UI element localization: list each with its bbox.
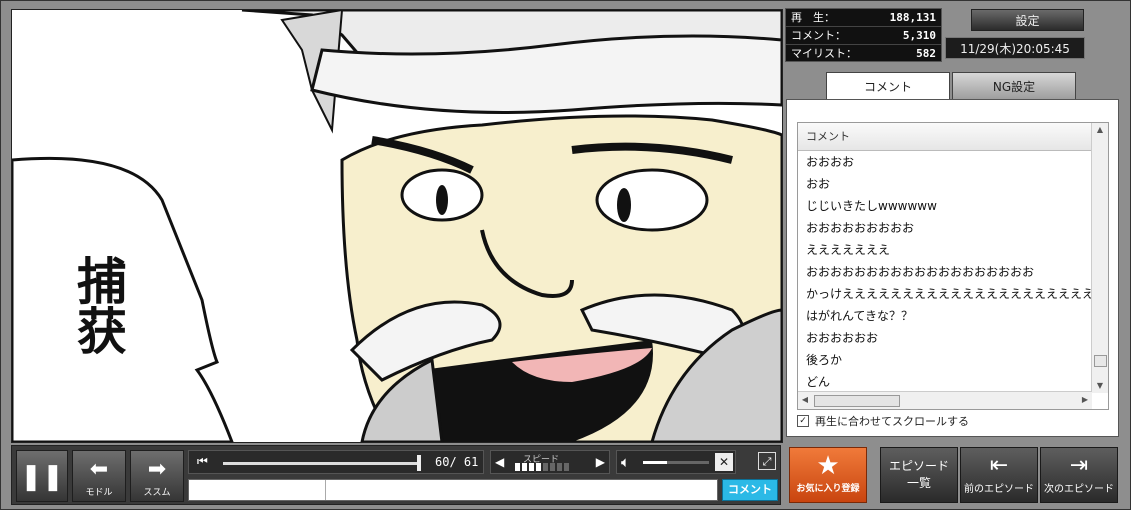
star-icon: ★ <box>816 451 840 481</box>
comment-submit-button[interactable]: コメント <box>722 479 778 501</box>
speed-up-icon[interactable]: ▶ <box>596 455 605 469</box>
scroll-right-icon[interactable]: ▶ <box>1078 392 1092 408</box>
stat-comments: コメント： 5,310 <box>786 27 941 45</box>
settings-button[interactable]: 設定 <box>971 9 1084 31</box>
list-item[interactable]: どん <box>798 371 1092 393</box>
speaker-icon[interactable]: 🔈︎ <box>621 453 630 471</box>
stat-views-value: 188,131 <box>889 11 936 24</box>
next-episode-button[interactable]: ⇥ 次のエピソード <box>1040 447 1118 503</box>
stat-mylist: マイリスト： 582 <box>786 45 941 62</box>
stat-views-label: 再 生： <box>791 11 835 24</box>
list-item[interactable]: 後ろか <box>798 349 1092 371</box>
list-item[interactable]: おおおおおおおおおおおおおおおおおおお <box>798 261 1092 283</box>
prev-episode-label: 前のエピソード <box>964 484 1034 495</box>
scroll-up-icon[interactable]: ▲ <box>1092 123 1108 137</box>
list-item[interactable]: えええええええ <box>798 239 1092 261</box>
prev-episode-icon: ⇤ <box>989 453 1009 478</box>
comment-panel: コメント おおおお おお じじいきたしwwwwww おおおおおおおおお ええええ… <box>786 99 1119 437</box>
stat-comments-value: 5,310 <box>902 29 936 42</box>
horizontal-scroll-thumb[interactable] <box>814 395 900 407</box>
horizontal-scrollbar[interactable]: ◀ ▶ <box>798 391 1092 409</box>
vertical-scroll-thumb[interactable] <box>1094 355 1107 367</box>
autoscroll-checkbox[interactable]: ✓ <box>797 415 809 427</box>
list-item[interactable]: おおおお <box>798 151 1092 173</box>
fullscreen-icon[interactable]: ⤢ <box>758 452 776 470</box>
playback-controls: ❚❚ ⬅ モドル ➡ ススム ⏮ 60/ 61 ◀ スピード ▶ 🔈︎ ✕ ⤢ … <box>11 445 781 505</box>
speed-meter[interactable] <box>515 463 569 471</box>
pause-icon: ❚❚ <box>20 462 64 492</box>
favorite-label: お気に入り登録 <box>796 484 860 494</box>
vertical-scrollbar[interactable]: ▲ ▼ <box>1091 123 1108 393</box>
player-frame: 捕获 再 生： 188,131 コメント： 5,310 マイリスト： 582 設… <box>0 0 1131 510</box>
back-label: モドル <box>85 488 113 498</box>
autoscroll-label: 再生に合わせてスクロールする <box>815 415 969 428</box>
list-item[interactable]: はがれんてきな？？ <box>798 305 1092 327</box>
forward-button[interactable]: ➡ ススム <box>130 450 184 502</box>
volume-slider[interactable] <box>643 461 709 464</box>
close-icon[interactable]: ✕ <box>715 453 733 471</box>
comment-list-header[interactable]: コメント <box>798 123 1092 151</box>
back-button[interactable]: ⬅ モドル <box>72 450 126 502</box>
video-caption-text: 捕获 <box>69 255 128 355</box>
forward-label: ススム <box>143 488 171 498</box>
scroll-left-icon[interactable]: ◀ <box>798 392 812 408</box>
prev-episode-button[interactable]: ⇤ 前のエピソード <box>960 447 1038 503</box>
stat-mylist-label: マイリスト： <box>791 47 857 60</box>
comment-items: おおおお おお じじいきたしwwwwww おおおおおおおおお えええええええ お… <box>798 151 1092 393</box>
list-item[interactable]: おおおおおおおおお <box>798 217 1092 239</box>
speed-down-icon[interactable]: ◀ <box>495 455 504 469</box>
list-item[interactable]: じじいきたしwwwwww <box>798 195 1092 217</box>
comment-list[interactable]: コメント おおおお おお じじいきたしwwwwww おおおおおおおおお ええええ… <box>797 122 1109 410</box>
list-item[interactable]: おおおおおお <box>798 327 1092 349</box>
stat-views: 再 生： 188,131 <box>786 9 941 27</box>
volume-control: 🔈︎ ✕ <box>616 450 736 474</box>
tab-comment[interactable]: コメント <box>826 72 950 100</box>
list-item[interactable]: おお <box>798 173 1092 195</box>
pause-button[interactable]: ❚❚ <box>16 450 68 502</box>
seek-track[interactable] <box>223 462 419 465</box>
episode-list-label-2: 一覧 <box>906 476 931 490</box>
speed-control: ◀ スピード ▶ <box>490 450 610 474</box>
list-item[interactable]: かっけえええええええええええええええええええええ <box>798 283 1092 305</box>
tab-ng-settings[interactable]: NG設定 <box>952 72 1076 100</box>
next-episode-label: 次のエピソード <box>1044 484 1114 495</box>
video-frame-illustration <box>12 10 782 442</box>
video-player[interactable]: 捕获 <box>11 9 783 443</box>
seek-bar[interactable]: ⏮ 60/ 61 <box>188 450 484 474</box>
stat-comments-label: コメント： <box>791 29 846 42</box>
scroll-down-icon[interactable]: ▼ <box>1092 379 1108 393</box>
panel-tabs: コメント NG設定 <box>826 72 1076 100</box>
episode-list-button[interactable]: エピソード 一覧 <box>880 447 958 503</box>
comment-input[interactable] <box>188 479 718 501</box>
arrow-right-icon: ➡ <box>147 457 167 482</box>
skip-start-icon[interactable]: ⏮ <box>197 454 208 469</box>
seek-handle[interactable] <box>417 455 421 471</box>
episode-list-label: エピソード <box>888 459 949 473</box>
next-episode-icon: ⇥ <box>1069 453 1089 478</box>
datetime-display: 11/29(木)20:05:45 <box>945 37 1085 59</box>
time-display: 60/ 61 <box>435 455 479 469</box>
stat-mylist-value: 582 <box>916 47 936 60</box>
arrow-left-icon: ⬅ <box>89 457 109 482</box>
autoscroll-option[interactable]: ✓ 再生に合わせてスクロールする <box>797 413 969 429</box>
video-stats: 再 生： 188,131 コメント： 5,310 マイリスト： 582 <box>785 8 942 62</box>
add-favorite-button[interactable]: ★ お気に入り登録 <box>789 447 867 503</box>
